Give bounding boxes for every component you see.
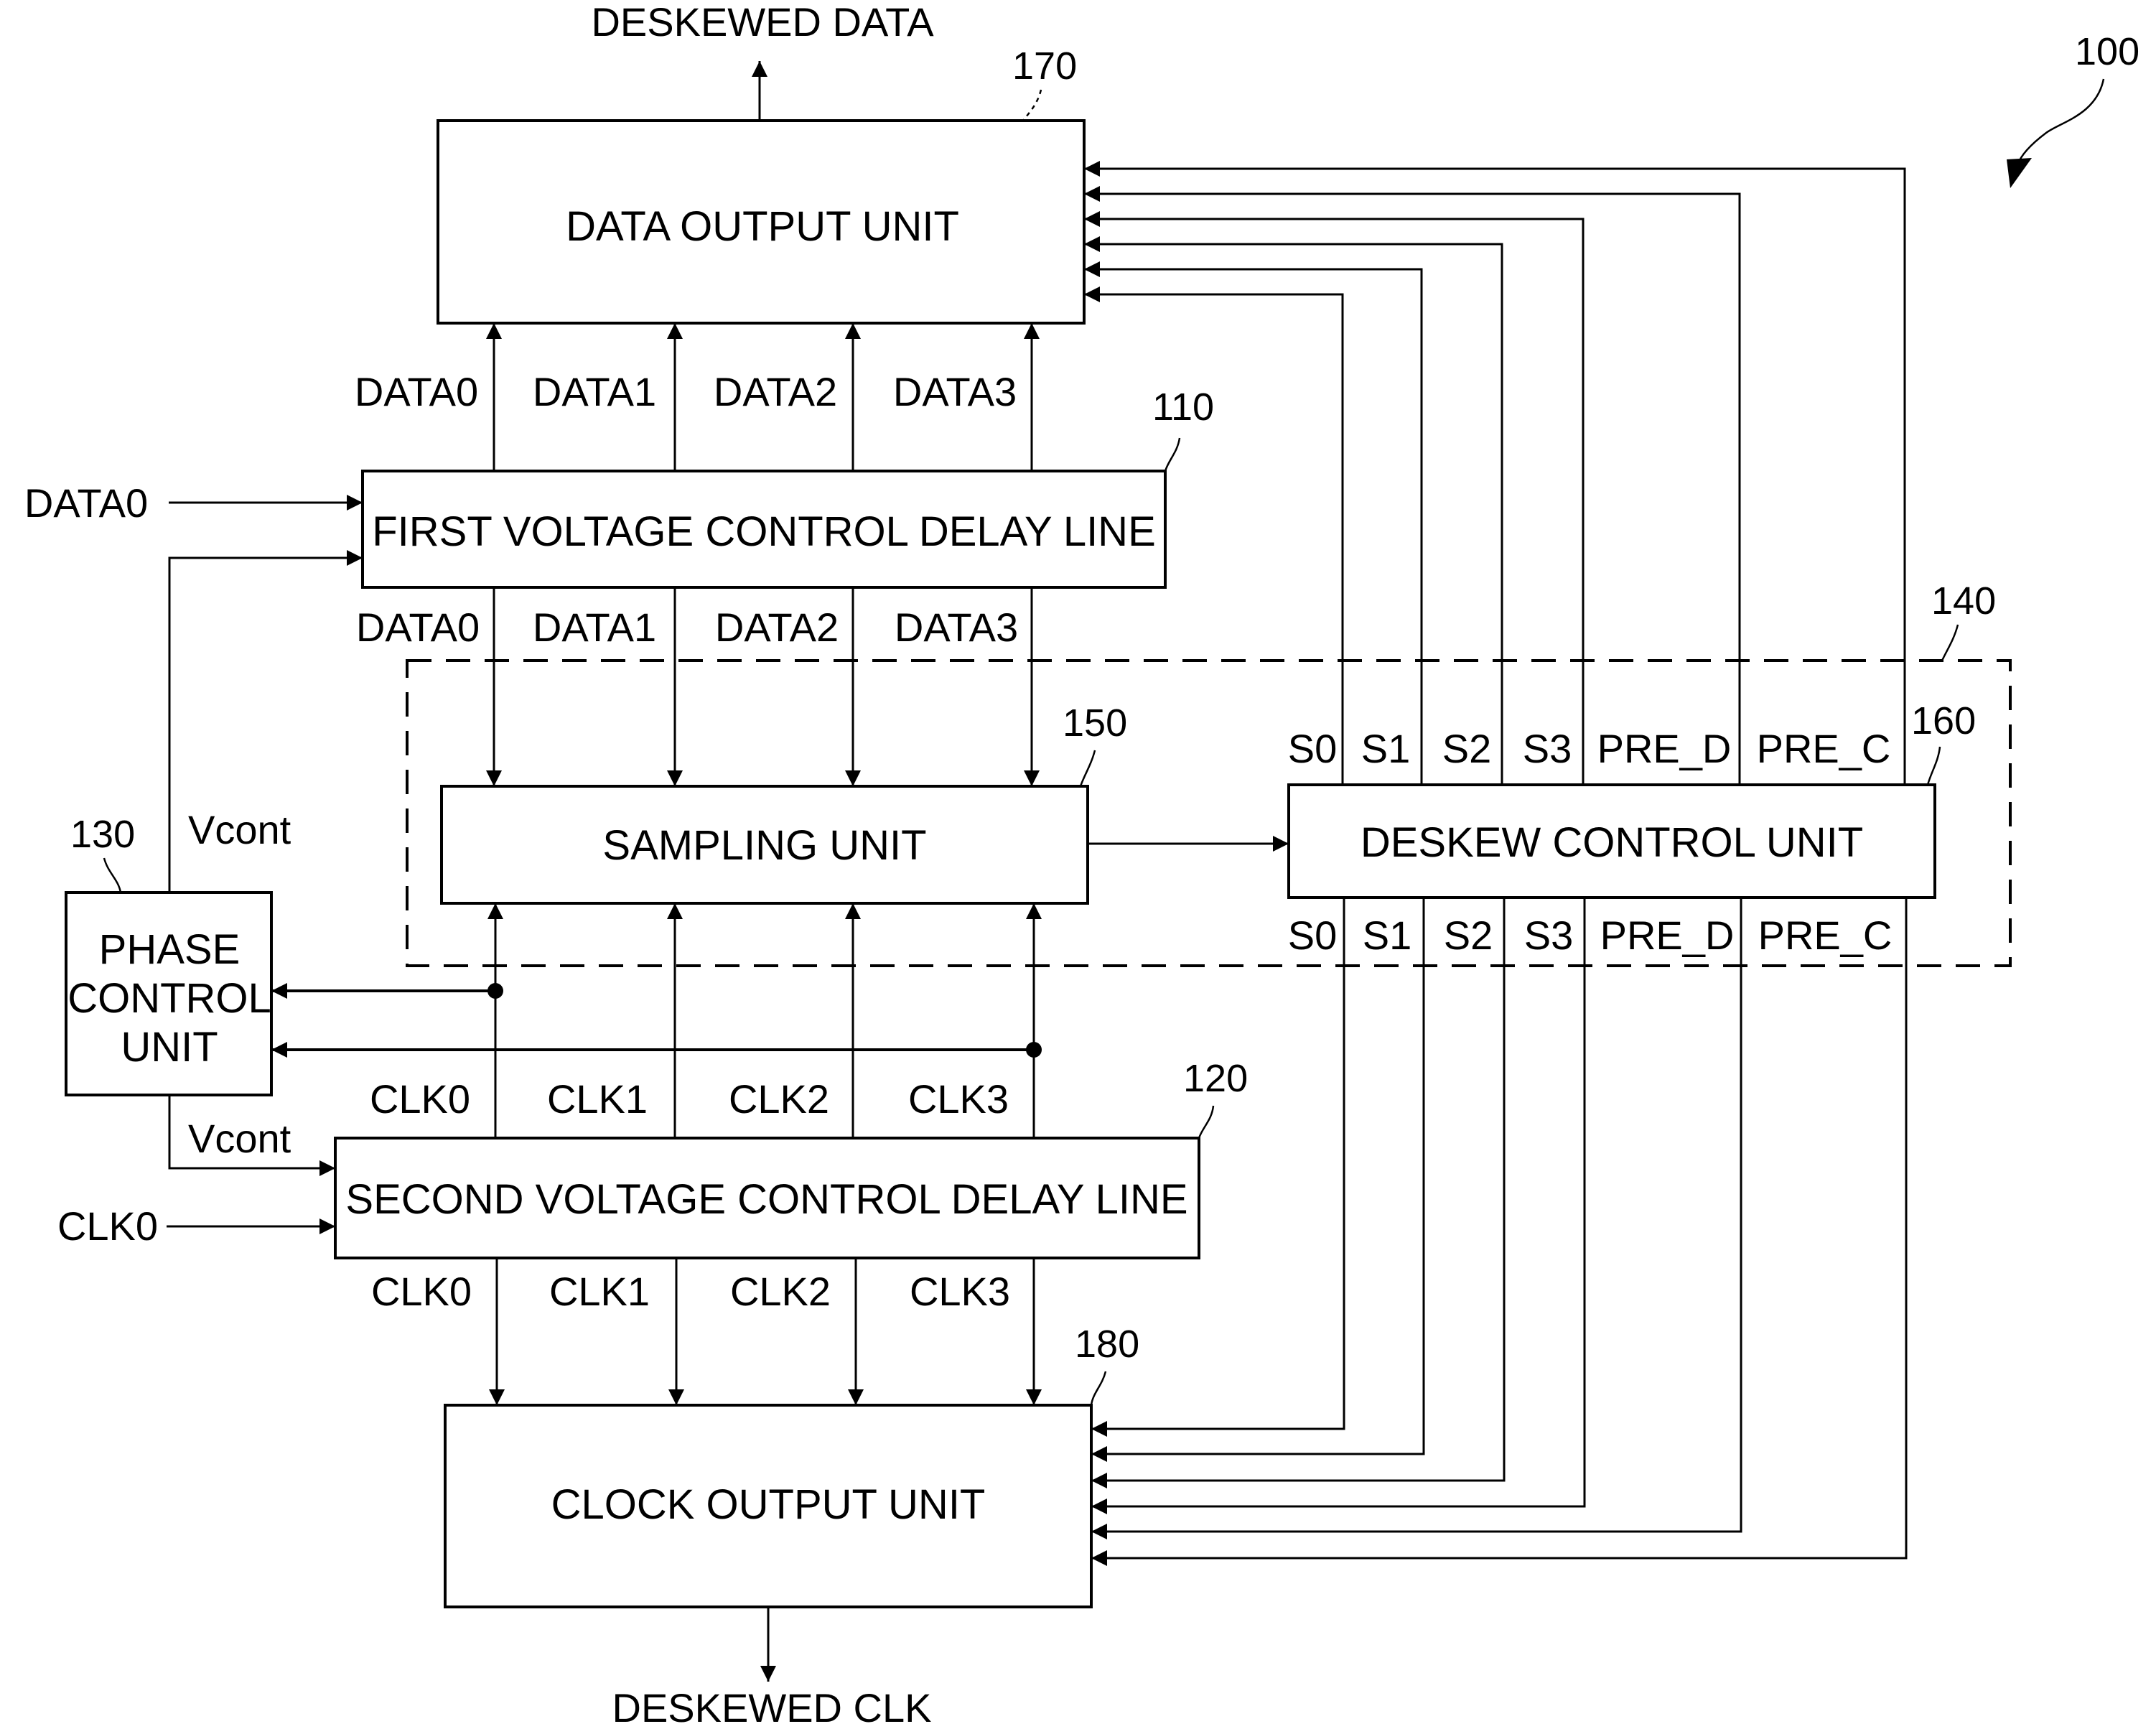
ref-170: 170 xyxy=(1012,45,1077,88)
ref-150: 150 xyxy=(1063,702,1127,745)
ref-130: 130 xyxy=(70,813,135,856)
ref-160: 160 xyxy=(1911,699,1976,742)
deskewed-data-label: DESKEWED DATA xyxy=(591,0,934,45)
ref-150-leader xyxy=(1079,750,1096,787)
phase-control-unit-line1: PHASE xyxy=(99,926,241,973)
phase-control-unit-line2: CONTROL xyxy=(67,975,271,1022)
deskew-circuit-diagram: 100 DESKEWED DATA DATA OUTPUT UNIT 170 D… xyxy=(24,0,2139,1729)
ref-180: 180 xyxy=(1075,1323,1139,1366)
ref-180-leader xyxy=(1090,1371,1107,1406)
s3-top-label: S3 xyxy=(1523,726,1572,771)
deskewed-clk-label: DESKEWED CLK xyxy=(612,1685,932,1729)
sampling-unit-label: SAMPLING UNIT xyxy=(602,822,926,869)
pre-c-bottom-label: PRE_C xyxy=(1758,913,1893,958)
data1-lower-label: DATA1 xyxy=(533,605,656,650)
second-vcdl-label: SECOND VOLTAGE CONTROL DELAY LINE xyxy=(345,1176,1187,1223)
clk1-lower-label: CLK1 xyxy=(549,1269,650,1314)
pre-d-bottom-label: PRE_D xyxy=(1600,913,1735,958)
s0-top-label: S0 xyxy=(1288,726,1338,771)
ref-160-leader xyxy=(1926,746,1941,786)
figure-ref-100: 100 xyxy=(2075,30,2139,73)
data0-upper-label: DATA0 xyxy=(355,369,478,414)
data2-lower-label: DATA2 xyxy=(715,605,839,650)
vcont-top-label: Vcont xyxy=(188,807,291,852)
vcont-bottom-label: Vcont xyxy=(188,1116,291,1161)
ref-130-leader xyxy=(103,857,122,893)
pre-c-to-data-output xyxy=(1084,161,1906,785)
clk3-lower-label: CLK3 xyxy=(910,1269,1010,1314)
control-lines-to-data-output xyxy=(1084,161,1906,785)
ref-110-leader xyxy=(1164,437,1181,472)
pre-c-to-clock-output xyxy=(1091,898,1908,1566)
ref-110: 110 xyxy=(1152,386,1214,429)
data0-lower-label: DATA0 xyxy=(356,605,480,650)
ref-120-leader xyxy=(1198,1105,1215,1139)
data1-upper-label: DATA1 xyxy=(533,369,656,414)
phase-control-unit-line3: UNIT xyxy=(121,1024,218,1071)
clk0-upper-label: CLK0 xyxy=(370,1076,470,1122)
figure-ref-arrowhead xyxy=(2007,158,2032,188)
pre-c-top-label: PRE_C xyxy=(1757,726,1891,771)
clk0-lower-label: CLK0 xyxy=(371,1269,472,1314)
data3-upper-label: DATA3 xyxy=(893,369,1017,414)
data-output-unit-label: DATA OUTPUT UNIT xyxy=(566,203,959,250)
clk1-upper-label: CLK1 xyxy=(547,1076,648,1122)
ref-140: 140 xyxy=(1931,579,1996,623)
s0-bottom-label: S0 xyxy=(1288,913,1338,958)
ref-140-leader xyxy=(1941,624,1959,661)
s3-bottom-label: S3 xyxy=(1524,913,1574,958)
data3-lower-label: DATA3 xyxy=(895,605,1018,650)
figure-ref-arrow xyxy=(2016,78,2105,166)
first-vcdl-label: FIRST VOLTAGE CONTROL DELAY LINE xyxy=(372,508,1156,555)
s1-top-label: S1 xyxy=(1361,726,1411,771)
deskew-control-unit-label: DESKEW CONTROL UNIT xyxy=(1361,819,1863,866)
data-input-label: DATA0 xyxy=(24,480,148,526)
s2-top-label: S2 xyxy=(1442,726,1492,771)
clk2-upper-label: CLK2 xyxy=(729,1076,829,1122)
pre-d-top-label: PRE_D xyxy=(1597,726,1732,771)
ref-120: 120 xyxy=(1183,1057,1248,1100)
clk3-upper-label: CLK3 xyxy=(908,1076,1009,1122)
s2-bottom-label: S2 xyxy=(1444,913,1493,958)
s1-bottom-label: S1 xyxy=(1363,913,1412,958)
clk-input-label: CLK0 xyxy=(57,1203,158,1249)
pre-d-to-data-output xyxy=(1084,186,1741,785)
clk2-lower-label: CLK2 xyxy=(730,1269,831,1314)
control-lines-to-clock-output xyxy=(1091,898,1908,1566)
clock-output-unit-label: CLOCK OUTPUT UNIT xyxy=(551,1481,986,1528)
ref-170-leader xyxy=(1022,89,1042,121)
data2-upper-label: DATA2 xyxy=(714,369,837,414)
